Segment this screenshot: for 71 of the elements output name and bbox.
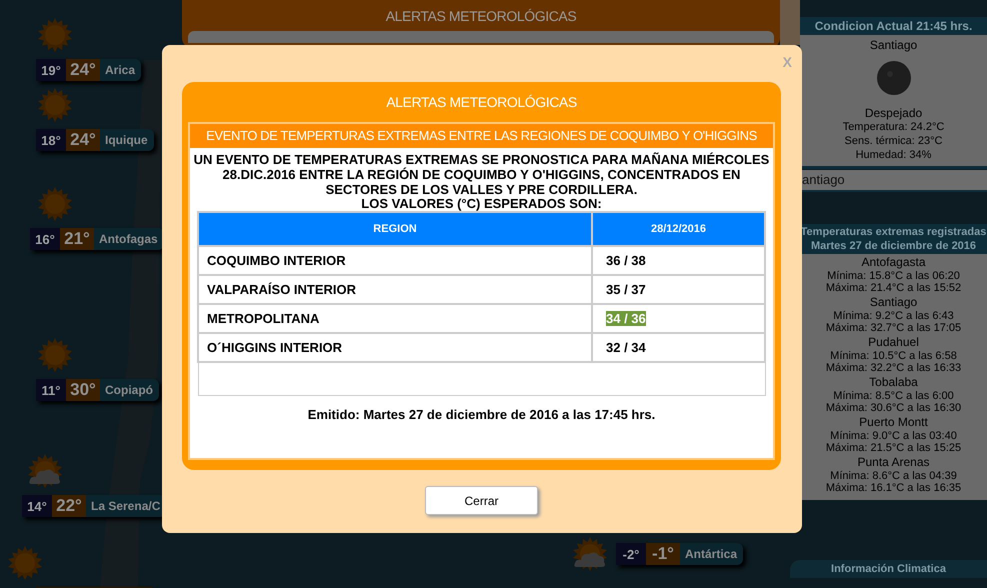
- minimum-reading: Mínima: 8.6°C a las 04:39: [829, 470, 958, 482]
- condition-reading: Temperatura: 24.2°C: [842, 120, 944, 134]
- min-temperature: 16°: [30, 228, 60, 250]
- city-name[interactable]: Iquique: [100, 129, 154, 151]
- min-temperature: 19°: [36, 59, 66, 81]
- station-name: Antofagasta: [860, 255, 927, 270]
- max-temperature: 24°: [66, 129, 100, 151]
- page-edge-background: [780, 0, 800, 45]
- maximum-reading: Máxima: 21.5°C a las 15:25: [824, 442, 962, 454]
- condition-text: Despejado: [864, 106, 922, 120]
- max-temperature: 30°: [66, 379, 100, 401]
- sun-icon: [38, 88, 72, 122]
- city-name[interactable]: La Serena/C: [86, 495, 166, 517]
- sun-icon: [38, 338, 72, 372]
- extremes-header: Temperaturas extremas registradas: [800, 225, 987, 239]
- maximum-reading: Máxima: 30.6°C a las 16:30: [824, 402, 962, 414]
- sun-cloud-icon: [28, 454, 62, 488]
- region-cell: METROPOLITANA: [198, 304, 592, 333]
- close-dialog-button[interactable]: Cerrar: [425, 486, 538, 515]
- values-intro: LOS VALORES (°C) ESPERADOS SON:: [361, 197, 602, 211]
- condition-reading: Humedad: 34%: [856, 148, 932, 162]
- sun-icon: [8, 546, 42, 580]
- sun-icon: [38, 18, 72, 52]
- sun-icon: [38, 187, 72, 221]
- alert-heading: EVENTO DE TEMPERTURAS EXTREMAS ENTRE LAS REGIONES DE COQUIMBO Y O'HIGGINS: [190, 124, 773, 148]
- minimum-reading: Mínima: 10.5°C a las 6:58: [829, 350, 958, 362]
- city-name[interactable]: Antártica: [680, 543, 744, 565]
- min-temperature: -2°: [616, 543, 646, 565]
- alert-description: UN EVENTO DE TEMPERATURAS EXTREMAS SE PRONOSTICA PARA MAÑANA MIÉRCOLES 28.DIC.2016 ENTRE LA REGIÓN DE COQUIMBO Y O'HIGGINS, CONCENTRADOS EN SECTORES DE LOS VALLES Y PRE CORDILLERA.: [192, 151, 770, 197]
- region-cell: COQUIMBO INTERIOR: [198, 246, 592, 275]
- city-name[interactable]: Antofagas: [94, 228, 164, 250]
- max-temperature: 21°: [60, 228, 94, 250]
- station-name: Punta Arenas: [856, 455, 931, 470]
- station-name: Tobalaba: [868, 375, 919, 390]
- temperature-range: 36 / 38: [606, 253, 646, 268]
- station-name: Santiago: [868, 295, 918, 310]
- condition-reading: Sens. térmica: 23°C: [844, 134, 942, 148]
- issued-text: Emitido: Martes 27 de diciembre de 2016 a las 17:45 hrs.: [308, 407, 656, 422]
- alert-title: ALERTAS METEOROLÓGICAS: [385, 93, 578, 112]
- min-temperature: 14°: [22, 495, 52, 517]
- minimum-reading: Mínima: 8.5°C a las 6:00: [832, 390, 955, 402]
- climate-info-header: Información Climatica: [790, 560, 987, 578]
- minimum-reading: Mínima: 9.2°C a las 6:43: [832, 310, 955, 322]
- city-name[interactable]: Arica: [100, 59, 142, 81]
- temperature-range: 35 / 37: [606, 282, 646, 297]
- station-name: Puerto Montt: [858, 415, 929, 430]
- region-cell: O´HIGGINS INTERIOR: [198, 333, 592, 362]
- sun-cloud-icon: [573, 537, 607, 571]
- alerts-panel-title: ALERTAS METEOROLÓGICAS: [386, 8, 576, 24]
- maximum-reading: Máxima: 21.4°C a las 15:52: [824, 282, 962, 294]
- min-temperature: 18°: [36, 129, 66, 151]
- max-temperature: 22°: [52, 495, 86, 517]
- max-temperature: -1°: [646, 543, 680, 565]
- region-cell: VALPARAÍSO INTERIOR: [198, 275, 592, 304]
- column-header: 28/12/2016: [592, 212, 765, 246]
- column-header: REGION: [198, 212, 592, 246]
- maximum-reading: Máxima: 32.7°C a las 17:05: [824, 322, 962, 334]
- minimum-reading: Mínima: 15.8°C a las 06:20: [826, 270, 961, 282]
- current-conditions-header: Condicion Actual 21:45 hrs.: [800, 17, 987, 35]
- max-temperature: 24°: [66, 59, 100, 81]
- station-field[interactable]: antiago: [800, 170, 987, 192]
- extremes-date: Martes 27 de diciembre de 2016: [810, 239, 978, 253]
- maximum-reading: Máxima: 16.1°C a las 16:35: [824, 482, 962, 494]
- min-temperature: 11°: [36, 379, 66, 401]
- maximum-reading: Máxima: 32.2°C a las 16:33: [824, 362, 962, 374]
- temperature-range: 32 / 34: [606, 340, 646, 355]
- city-name[interactable]: Copiapó: [100, 379, 159, 401]
- temperature-range: 34 / 36: [606, 311, 646, 326]
- station-name: Santiago: [870, 38, 918, 52]
- station-name: Pudahuel: [867, 335, 920, 350]
- minimum-reading: Mínima: 9.0°C a las 03:40: [829, 430, 958, 442]
